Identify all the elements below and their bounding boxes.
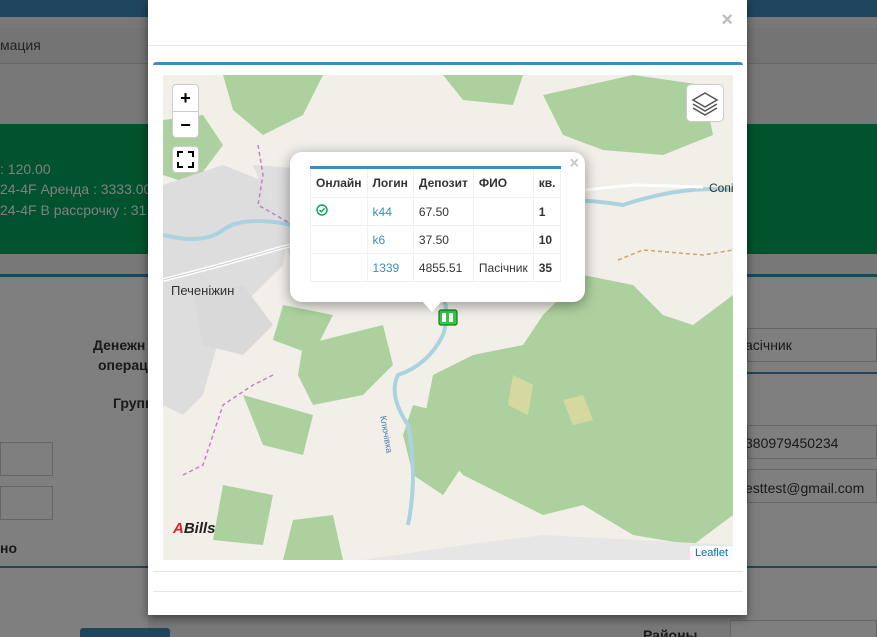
flat-cell: 35 <box>532 253 562 282</box>
zoom-control: + − <box>172 84 199 138</box>
map-view[interactable]: Печеніжин Сопі Ключівка + − ABills Leafl… <box>163 75 733 560</box>
column-header-online: Онлайн <box>310 167 368 198</box>
deposit-cell: 67.50 <box>412 197 474 226</box>
fio-cell: Пасічник <box>472 253 534 282</box>
login-link[interactable]: 1339 <box>366 253 414 282</box>
modal-footer-divider <box>153 571 743 572</box>
popup-tip <box>422 301 442 312</box>
online-cell <box>310 197 368 226</box>
column-header-flat: кв. <box>532 167 562 198</box>
fullscreen-button[interactable] <box>172 146 199 173</box>
login-link[interactable]: k6 <box>366 225 414 254</box>
table-row: k44 67.50 1 <box>310 197 562 226</box>
zoom-in-button[interactable]: + <box>173 85 198 111</box>
table-row: k6 37.50 10 <box>310 225 562 254</box>
leaflet-attribution-link[interactable]: Leaflet <box>689 546 733 560</box>
table-row: 1339 4855.51 Пасічник 35 <box>310 253 562 282</box>
map-modal: × Печеніжин Сопі Ключівка + − ABills Lea… <box>148 0 747 615</box>
place-label: Сопі <box>709 181 733 195</box>
layers-button[interactable] <box>686 84 724 122</box>
modal-close-button[interactable]: × <box>721 10 733 30</box>
place-label: Печеніжин <box>171 283 235 298</box>
users-table: Онлайн Логин Депозит ФИО кв. k44 67.50 1… <box>310 166 562 282</box>
column-header-login: Логин <box>366 167 414 198</box>
modal-footer-divider <box>153 591 743 592</box>
deposit-cell: 4855.51 <box>412 253 474 282</box>
abills-logo: ABills <box>173 520 216 537</box>
table-header-row: Онлайн Логин Депозит ФИО кв. <box>310 167 562 198</box>
layers-icon <box>691 92 719 116</box>
login-link[interactable]: k44 <box>366 197 414 226</box>
column-header-fio: ФИО <box>472 167 534 198</box>
modal-header-divider <box>148 45 747 46</box>
popup-close-button[interactable]: × <box>570 155 579 173</box>
flat-cell: 10 <box>532 225 562 254</box>
online-check-icon <box>316 204 328 216</box>
column-header-deposit: Депозит <box>412 167 474 198</box>
marker-popup: × Онлайн Логин Депозит ФИО кв. k44 67.50… <box>290 152 585 312</box>
fio-cell <box>472 225 534 254</box>
fullscreen-icon <box>177 151 194 168</box>
online-cell <box>310 253 368 282</box>
zoom-out-button[interactable]: − <box>173 111 198 137</box>
flat-cell: 1 <box>532 197 562 226</box>
fio-cell <box>472 197 534 226</box>
online-cell <box>310 225 368 254</box>
deposit-cell: 37.50 <box>412 225 474 254</box>
